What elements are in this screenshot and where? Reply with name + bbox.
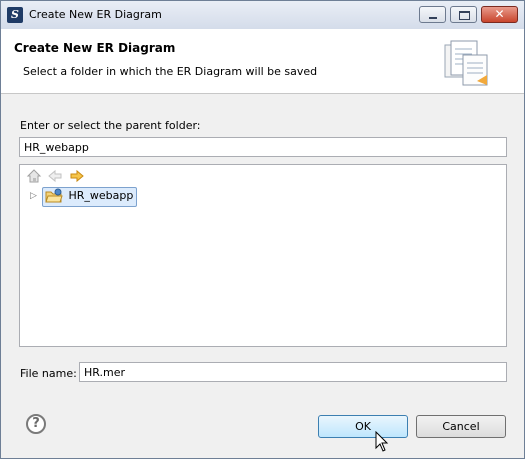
cancel-button[interactable]: Cancel <box>416 415 506 438</box>
minimize-icon <box>429 17 437 19</box>
maximize-icon <box>459 11 470 20</box>
close-icon: ✕ <box>494 7 505 21</box>
title-bar[interactable]: S Create New ER Diagram ✕ <box>1 1 524 29</box>
tree-node-hr-webapp[interactable]: HR_webapp <box>42 187 138 207</box>
maximize-button[interactable] <box>450 6 477 23</box>
minimize-button[interactable] <box>419 6 446 23</box>
ok-button[interactable]: OK <box>318 415 408 438</box>
back-arrow-icon[interactable] <box>47 168 63 184</box>
home-icon[interactable] <box>26 168 42 184</box>
tree-toolbar <box>20 165 506 187</box>
document-wizard-icon <box>444 40 488 86</box>
expand-triangle-icon[interactable]: ▷ <box>30 191 37 201</box>
dialog-window: S Create New ER Diagram ✕ Create New ER … <box>0 0 525 459</box>
mouse-cursor-icon <box>375 431 389 452</box>
window-title: Create New ER Diagram <box>29 8 162 21</box>
parent-folder-input[interactable] <box>19 137 507 157</box>
header-title: Create New ER Diagram <box>14 41 176 55</box>
help-icon: ? <box>32 416 40 431</box>
file-name-label: File name: <box>20 367 77 380</box>
project-folder-icon <box>45 188 63 203</box>
forward-arrow-icon[interactable] <box>69 168 85 184</box>
close-button[interactable]: ✕ <box>481 6 518 23</box>
wizard-header: Create New ER Diagram Select a folder in… <box>1 29 524 94</box>
parent-folder-label: Enter or select the parent folder: <box>20 119 201 132</box>
help-button[interactable]: ? <box>26 414 46 434</box>
file-name-input[interactable] <box>79 362 507 382</box>
folder-tree[interactable]: ▷ HR_webapp <box>19 164 507 347</box>
header-description: Select a folder in which the ER Diagram … <box>23 65 318 78</box>
eclipse-s-icon: S <box>7 7 23 23</box>
tree-node-label: HR_webapp <box>68 189 134 202</box>
